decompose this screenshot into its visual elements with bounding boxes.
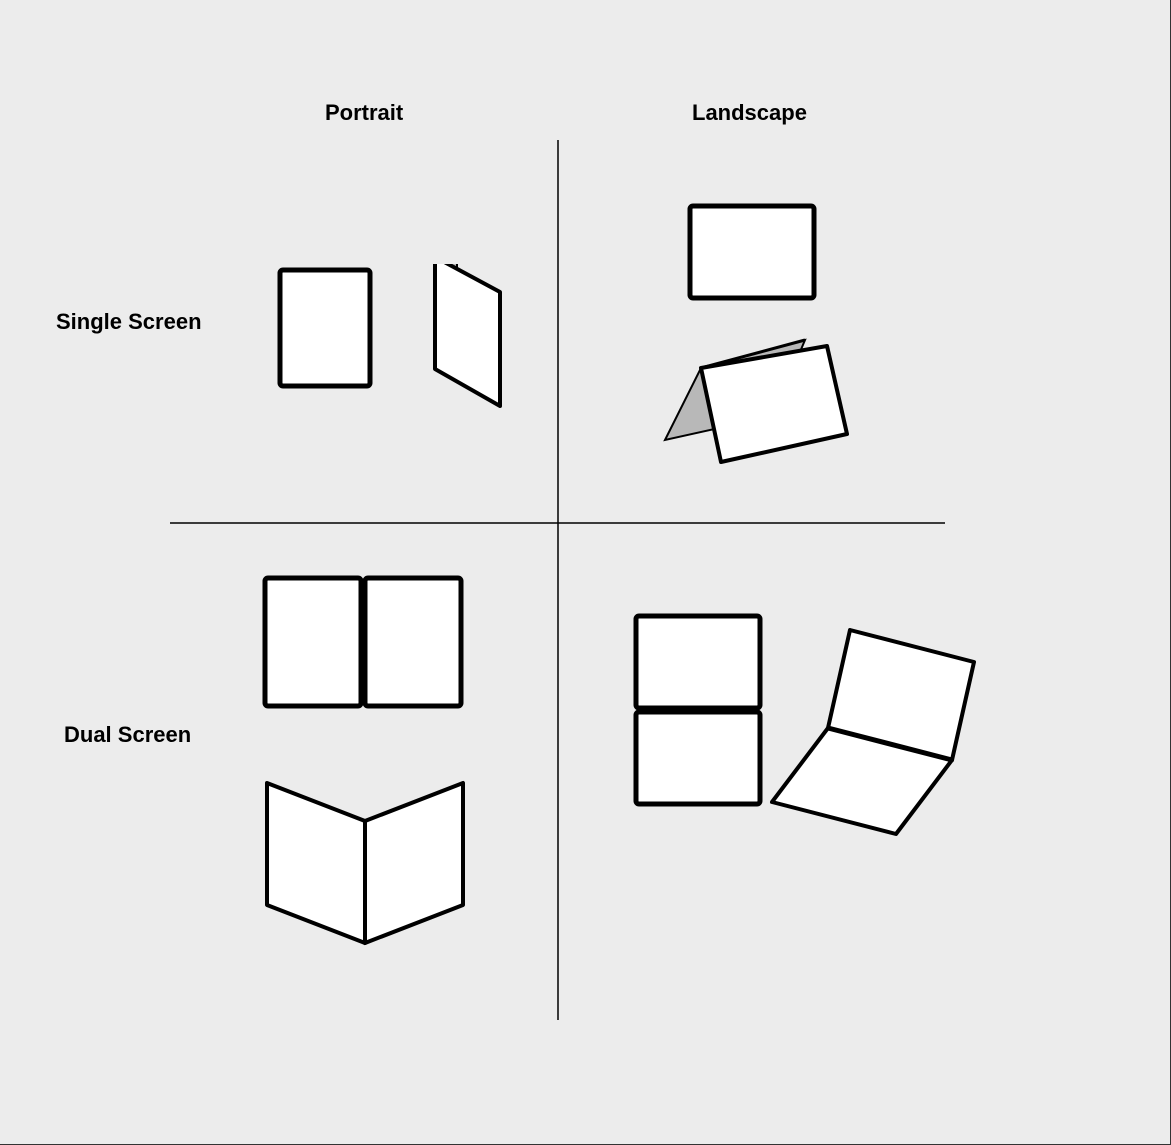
portrait-folded-back-icon [435,264,500,406]
cell-single-landscape [655,198,915,498]
dual-landscape-laptop-icon [772,630,974,834]
portrait-tablet-icon [280,270,370,386]
landscape-tablet-icon [690,206,814,298]
dual-portrait-flat-icon [265,578,461,706]
col-header-portrait: Portrait [325,100,403,126]
col-header-landscape: Landscape [692,100,807,126]
dual-portrait-book-icon [267,783,463,943]
cell-single-portrait [275,264,525,424]
grid-axes [0,0,1171,1145]
orientation-matrix-diagram: Portrait Landscape Single Screen Dual Sc… [0,0,1171,1145]
row-header-single: Single Screen [56,309,202,335]
row-header-dual: Dual Screen [64,722,191,748]
dual-landscape-stacked-icon [636,616,760,804]
cell-dual-portrait [255,573,555,973]
cell-dual-landscape [628,610,988,910]
landscape-tent-icon [665,340,847,462]
